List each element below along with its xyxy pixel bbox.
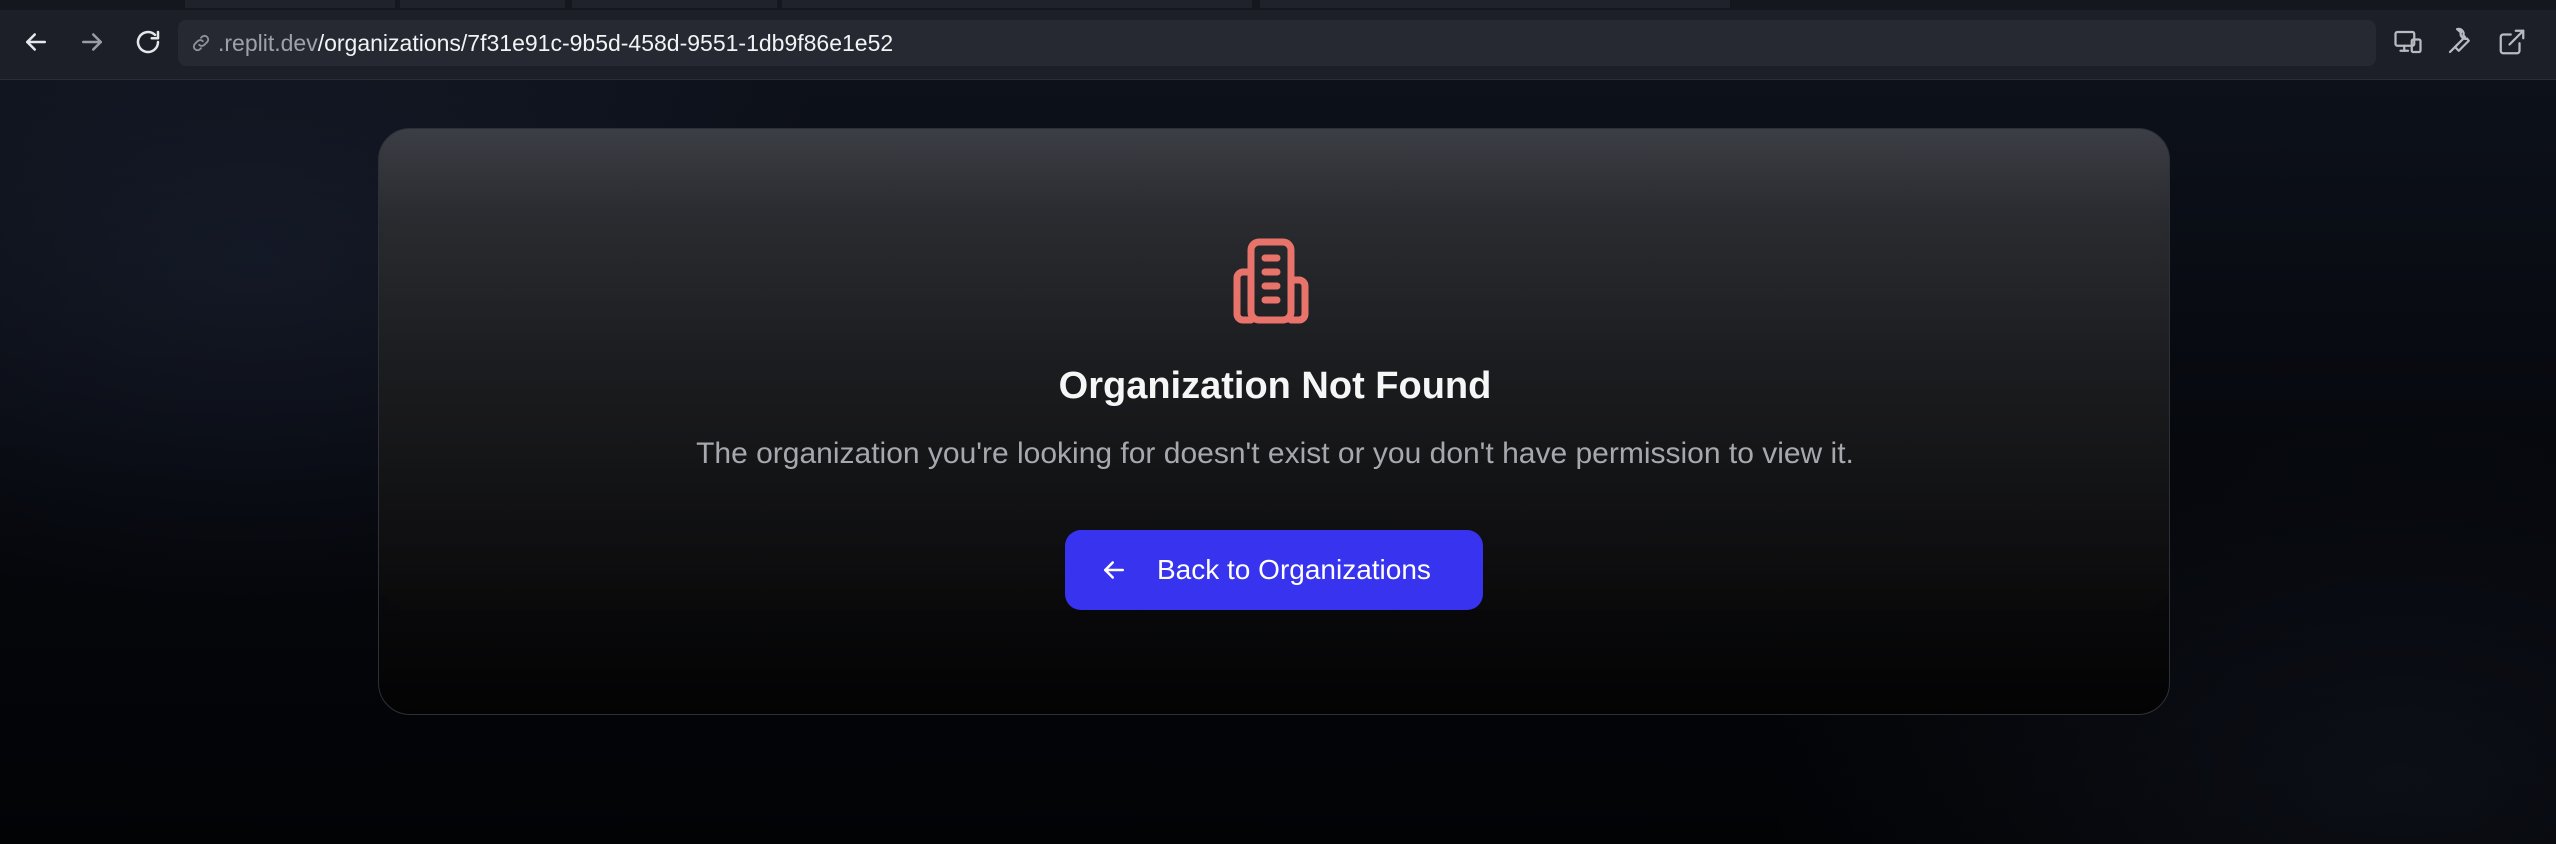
- back-button-label: Back to Organizations: [1157, 554, 1431, 585]
- back-button[interactable]: [16, 22, 56, 62]
- tab[interactable]: [782, 0, 1252, 8]
- address-bar[interactable]: .replit.dev/organizations/7f31e91c-9b5d-…: [178, 20, 2376, 66]
- back-to-organizations-button[interactable]: Back to Organizations: [1065, 530, 1483, 610]
- devices-button[interactable]: [2388, 22, 2428, 62]
- page-title: Organization Not Found: [1058, 365, 1492, 407]
- tab[interactable]: [400, 0, 565, 8]
- not-found-card: Organization Not Found The organization …: [378, 128, 2170, 715]
- tab[interactable]: [1260, 0, 1730, 8]
- open-external-icon: [2499, 29, 2525, 55]
- open-external-button[interactable]: [2492, 22, 2532, 62]
- reload-button[interactable]: [128, 22, 168, 62]
- devtools-button[interactable]: [2440, 22, 2480, 62]
- link-icon: [190, 32, 212, 54]
- tab[interactable]: [185, 0, 395, 8]
- reload-icon: [136, 30, 160, 54]
- browser-toolbar: .replit.dev/organizations/7f31e91c-9b5d-…: [0, 0, 2556, 80]
- tab-strip: [0, 0, 2556, 10]
- back-arrow-icon: [26, 33, 46, 51]
- wrench-icon: [2448, 27, 2470, 54]
- forward-arrow-icon: [82, 33, 102, 51]
- error-description: The organization you're looking for does…: [696, 437, 1854, 470]
- arrow-left-icon: [1104, 561, 1124, 579]
- url-domain: .replit.dev: [218, 29, 318, 56]
- tab[interactable]: [572, 0, 777, 8]
- devices-icon: [2394, 30, 2422, 54]
- forward-button[interactable]: [72, 22, 112, 62]
- page-viewport: Organization Not Found The organization …: [0, 80, 2556, 844]
- building-icon: [1227, 234, 1323, 330]
- url-path: /organizations/7f31e91c-9b5d-458d-9551-1…: [317, 29, 894, 56]
